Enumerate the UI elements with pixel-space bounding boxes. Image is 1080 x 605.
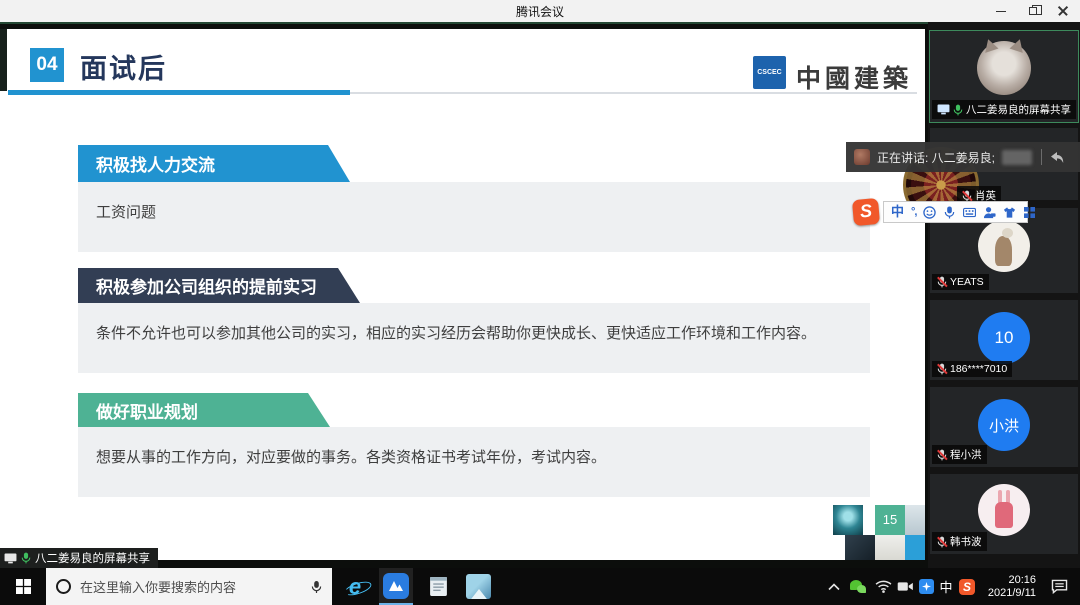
participant-name: 程小洪 — [950, 447, 982, 462]
mic-on-icon — [21, 552, 31, 564]
cscec-logo-icon: CSCEC — [753, 56, 786, 89]
avatar-cat — [977, 41, 1031, 95]
ie-icon: e — [349, 576, 361, 598]
mic-muted-icon — [937, 363, 947, 375]
participant-tile-chengxiaohong[interactable]: 小洪 程小洪 — [930, 387, 1078, 467]
skin-icon[interactable] — [1003, 206, 1016, 219]
mic-muted-icon — [937, 536, 947, 548]
cortana-icon — [56, 579, 71, 594]
search-placeholder: 在这里输入你要搜索的内容 — [80, 577, 302, 596]
slide-corner-notch — [0, 29, 7, 91]
maximize-button[interactable] — [1018, 0, 1048, 22]
account-icon[interactable] — [983, 206, 996, 219]
screen-share-icon — [4, 553, 17, 564]
shared-slide: 04 面试后 CSCEC 中國建築 积极找人力交流 工资问题 积极参加公司组织的… — [0, 29, 925, 560]
share-pill-label: 八二姜易良的屏幕共享 — [35, 550, 150, 566]
reply-arrow-icon[interactable] — [1049, 151, 1064, 164]
start-button[interactable] — [0, 568, 46, 605]
divider — [1041, 149, 1042, 165]
emoji-icon[interactable] — [923, 206, 936, 219]
participant-tile-sharer[interactable]: 八二姜易良的屏幕共享 — [930, 31, 1078, 122]
close-button[interactable] — [1048, 0, 1078, 22]
speaking-banner: 正在讲话: 八二姜易良; — [846, 142, 1080, 172]
participant-tile-7010[interactable]: 10 186****7010 — [930, 300, 1078, 380]
mic-on-icon — [953, 104, 963, 116]
collage-photo-3 — [875, 535, 905, 560]
close-icon — [1058, 6, 1068, 16]
search-input[interactable]: 在这里输入你要搜索的内容 — [46, 568, 332, 605]
slide-title: 面试后 — [80, 47, 167, 86]
ime-punct-button[interactable]: °, — [911, 206, 916, 218]
window-titlebar: 腾讯会议 — [0, 0, 1080, 22]
section-body-1: 工资问题 — [78, 182, 870, 252]
sogou-logo-icon[interactable]: S — [852, 198, 880, 226]
collage-photo-2 — [845, 535, 875, 560]
chat-bubbles-icon — [850, 580, 866, 593]
collage-tile-blue — [905, 535, 925, 560]
section-header-2: 积极参加公司组织的提前实习 — [78, 268, 360, 303]
screen-share-icon — [937, 104, 950, 115]
participant-tile-hanshubo[interactable]: 韩书波 — [930, 474, 1078, 554]
title-underline — [8, 90, 350, 95]
section-body-2: 条件不允许也可以参加其他公司的实习，相应的实习经历会帮助你更快成长、更快适应工作… — [78, 303, 870, 373]
clock-date: 2021/9/11 — [988, 587, 1036, 600]
photos-icon — [466, 574, 491, 599]
screen: 腾讯会议 04 面试后 CSCEC 中國建築 积极找人力交流 工资问题 积极参加… — [0, 0, 1080, 605]
avatar-initial: 小洪 — [978, 399, 1030, 451]
taskbar-app-notepad[interactable] — [421, 568, 455, 605]
voice-input-icon[interactable] — [943, 206, 956, 219]
screen-share-pill[interactable]: 八二姜易良的屏幕共享 — [0, 548, 158, 568]
avatar-rabbit — [978, 484, 1030, 536]
speaker-avatar — [854, 149, 870, 165]
keyboard-icon[interactable] — [963, 206, 976, 219]
taskbar-app-photos[interactable] — [461, 568, 495, 605]
participant-name: 八二姜易良的屏幕共享 — [966, 102, 1071, 117]
toolbox-icon[interactable] — [1023, 206, 1036, 219]
window-title: 腾讯会议 — [0, 3, 1080, 20]
blurred-text — [1002, 150, 1032, 165]
avatar-figure — [978, 220, 1030, 272]
avatar-initial: 10 — [978, 312, 1030, 364]
participant-name: 186****7010 — [950, 363, 1007, 375]
ime-indicator[interactable]: 中 — [936, 568, 956, 605]
participant-name: YEATS — [950, 276, 984, 288]
minimize-button[interactable] — [986, 0, 1016, 22]
restore-icon — [1029, 7, 1037, 15]
section-body-3: 想要从事的工作方向，对应要做的事务。各类资格证书考试年份，考试内容。 — [78, 427, 870, 497]
taskbar-app-ie[interactable]: e — [338, 568, 372, 605]
collage-photo-1 — [905, 505, 925, 535]
slide-number-badge: 04 — [30, 48, 64, 82]
taskbar-clock[interactable]: 20:16 2021/9/11 — [972, 568, 1038, 605]
action-center-icon[interactable] — [1044, 568, 1074, 605]
ime-toolbar-bar: 中 °, — [883, 201, 1028, 223]
wifi-icon[interactable] — [872, 568, 894, 605]
minimize-icon — [996, 11, 1006, 12]
participants-sidebar: 八二姜易良的屏幕共享 YEATS 10 186****7010 小洪 程小洪 — [928, 22, 1080, 568]
taskbar: 在这里输入你要搜索的内容 e 中 S 20:16 2021/9/11 — [0, 568, 1080, 605]
star-icon — [919, 579, 934, 594]
section-header-1: 积极找人力交流 — [78, 145, 350, 182]
search-mic-icon[interactable] — [311, 580, 322, 594]
ime-toolbar: S 中 °, — [853, 197, 1028, 227]
mic-muted-icon — [937, 449, 947, 461]
camera-tray-icon[interactable] — [894, 568, 916, 605]
clock-time: 20:16 — [1008, 574, 1036, 587]
section-header-3: 做好职业规划 — [78, 393, 330, 427]
participant-name: 韩书波 — [950, 534, 982, 549]
collage-badge: 15 — [875, 505, 905, 535]
taskbar-app-meeting-active[interactable] — [379, 568, 413, 605]
wechat-tray-icon[interactable] — [846, 568, 870, 605]
speaking-banner-text: 正在讲话: 八二姜易良; — [877, 149, 995, 166]
collage-photo-lightbulb — [833, 505, 863, 535]
cscec-logo-text: 中國建築 — [796, 59, 912, 95]
bluetooth-app-tray-icon[interactable] — [916, 568, 936, 605]
tencent-meeting-icon — [383, 573, 409, 599]
tray-expand-icon[interactable] — [824, 568, 844, 605]
mic-muted-icon — [937, 276, 947, 288]
ime-mode-button[interactable]: 中 — [891, 202, 904, 222]
